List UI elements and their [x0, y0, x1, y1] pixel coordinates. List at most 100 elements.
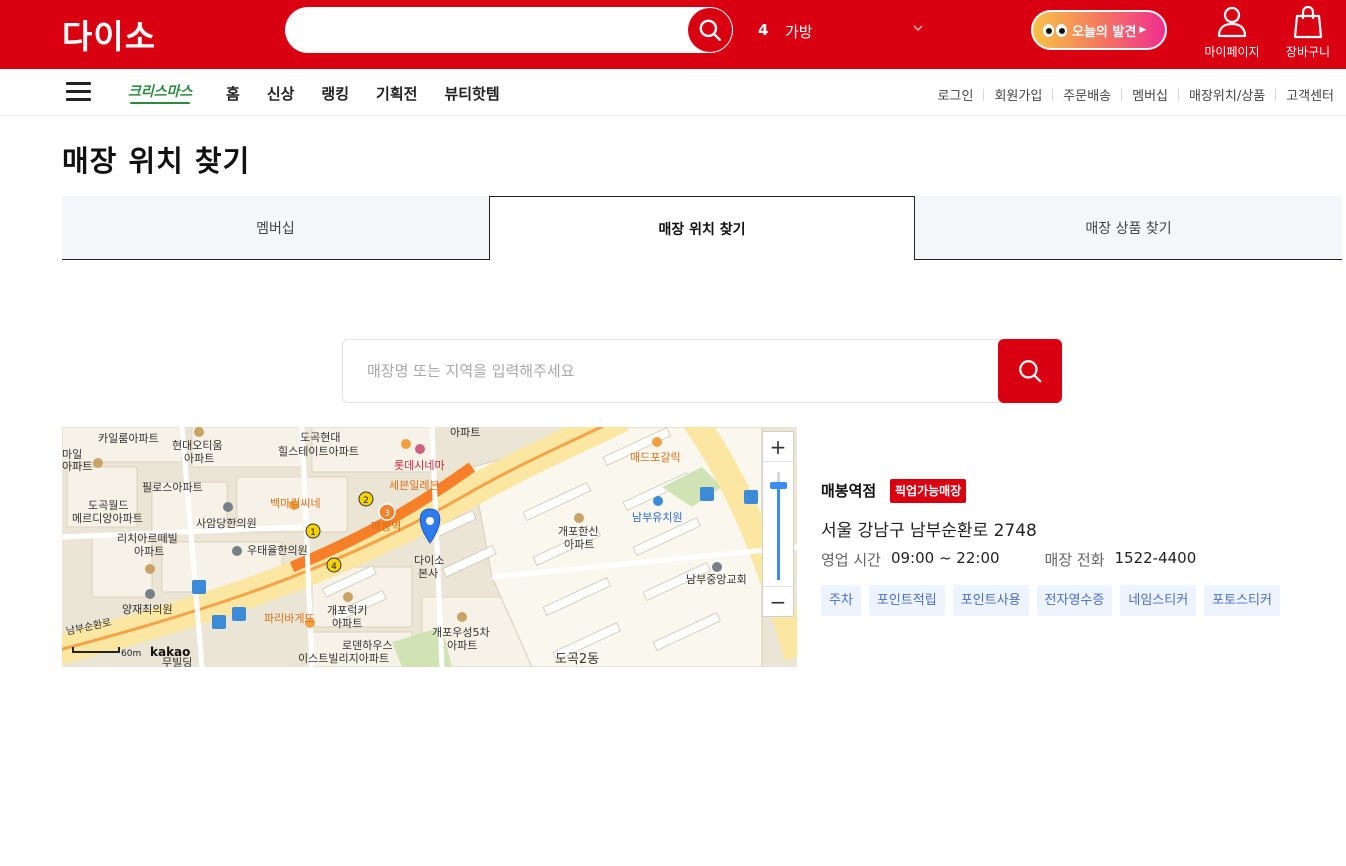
- service-tag: 포인트적립: [868, 585, 945, 616]
- store-search-box: [342, 339, 1062, 403]
- nav-item-exhibition[interactable]: 기획전: [376, 83, 417, 104]
- service-tag: 포토스티커: [1204, 585, 1280, 616]
- divider: [983, 88, 985, 101]
- map-scale-label: 60m: [121, 649, 142, 659]
- play-arrow-icon: ▶: [1139, 25, 1147, 35]
- hours-label: 영업 시간: [821, 551, 881, 569]
- login-link[interactable]: 로그인: [938, 85, 974, 104]
- tab-bar: 멤버십 매장 위치 찾기 매장 상품 찾기: [62, 196, 1342, 260]
- cart-label: 장바구니: [1285, 45, 1331, 59]
- phone-label: 매장 전화: [1044, 551, 1105, 569]
- tab-membership[interactable]: 멤버십: [62, 196, 489, 260]
- store-map[interactable]: 2 1 4 3 카일룸아파트 현대오티움 아파트 도곡현대 힐스테이트아파트 아…: [62, 427, 797, 667]
- map-label: 이스트빌리지아파트: [298, 652, 390, 665]
- map-label: 우태율한의원: [247, 544, 308, 557]
- map-scale-bar: [72, 647, 120, 653]
- nav-item-beauty[interactable]: 뷰티핫템: [444, 83, 499, 104]
- map-label: 매봉역: [371, 520, 402, 533]
- map-label: 백마김씨네: [270, 497, 321, 510]
- discover-label: 오늘의 발견: [1072, 24, 1137, 40]
- map-label: 남부중앙교회: [686, 573, 747, 586]
- zoom-slider-handle[interactable]: [770, 481, 787, 489]
- nav-item-ranking[interactable]: 랭킹: [321, 83, 349, 104]
- map-label: 본사: [418, 567, 439, 580]
- map-label: 필로스아파트: [142, 481, 203, 494]
- nav-item-home[interactable]: 홈: [226, 83, 240, 104]
- map-label: 아파트: [184, 452, 215, 465]
- store-location-link[interactable]: 매장위치/상품: [1189, 85, 1265, 104]
- map-label: 세븐일레븐: [389, 479, 440, 492]
- util-nav: 로그인 회원가입 주문배송 멤버십 매장위치/상품 고객센터: [938, 85, 1334, 104]
- ranking-keyword[interactable]: 가방: [785, 21, 813, 42]
- tab-store-location[interactable]: 매장 위치 찾기: [489, 196, 915, 260]
- signup-link[interactable]: 회원가입: [994, 85, 1042, 104]
- map-label: 힐스테이트아파트: [278, 445, 359, 458]
- svg-text:4: 4: [331, 562, 337, 572]
- header-search-input[interactable]: [285, 7, 733, 53]
- zoom-in-button[interactable]: +: [763, 432, 793, 462]
- chevron-down-icon[interactable]: [912, 22, 924, 34]
- map-label: 메르디앙아파트: [72, 512, 143, 525]
- map-label: 도곡현대: [300, 431, 341, 444]
- map-label: 아파트: [450, 427, 481, 439]
- map-zoom-control: + −: [762, 431, 794, 617]
- map-label: 개포한신: [558, 525, 599, 538]
- service-tag: 전자영수증: [1036, 585, 1113, 616]
- map-label: 아파트: [447, 639, 478, 652]
- svg-text:2: 2: [363, 496, 369, 506]
- map-label: 개포럭키: [327, 604, 368, 617]
- store-search-input[interactable]: [343, 340, 999, 402]
- map-label: 아파트: [332, 617, 363, 630]
- map-label: 리치아르떼빌: [117, 532, 178, 545]
- shopping-bag-icon: [1293, 5, 1323, 39]
- mypage-button[interactable]: 마이페이지: [1201, 5, 1263, 60]
- header-search-button[interactable]: [688, 8, 732, 52]
- map-label: 도곡월드: [88, 499, 129, 512]
- divider: [1178, 88, 1180, 101]
- store-name[interactable]: 매봉역점: [821, 480, 876, 501]
- membership-link[interactable]: 멤버십: [1132, 85, 1168, 104]
- page-title: 매장 위치 찾기: [62, 144, 251, 178]
- nav-item-new[interactable]: 신상: [267, 83, 295, 104]
- map-label: 현대오티움: [172, 439, 223, 452]
- christmas-event-logo[interactable]: 크리스마스: [128, 81, 192, 104]
- phone-value: 1522-4400: [1114, 549, 1197, 567]
- pickup-badge: 픽업가능매장: [890, 479, 967, 503]
- zoom-slider-fill: [777, 484, 780, 580]
- map-label: 로덴하우스: [342, 639, 393, 652]
- divider: [1121, 88, 1123, 101]
- store-service-tags: 주차 포인트적립 포인트사용 전자영수증 네임스티커 포토스티커: [821, 585, 1288, 616]
- customer-center-link[interactable]: 고객센터: [1286, 85, 1334, 104]
- service-tag: 네임스티커: [1120, 585, 1197, 616]
- zoom-out-button[interactable]: −: [763, 586, 793, 616]
- map-label: 아파트: [62, 460, 93, 473]
- map-label: 매드포갈릭: [630, 451, 681, 464]
- menu-icon[interactable]: [66, 82, 91, 102]
- svg-text:1: 1: [310, 528, 316, 538]
- map-label: 카일룸아파트: [98, 432, 159, 445]
- map-label: 개포우성5차: [432, 626, 490, 639]
- daiso-logo[interactable]: 다이소: [62, 10, 156, 58]
- mypage-label: 마이페이지: [1204, 45, 1260, 59]
- store-search-button[interactable]: [998, 339, 1062, 403]
- map-label: 사암당한의원: [196, 517, 257, 530]
- search-icon: [1019, 360, 1042, 383]
- service-tag: 주차: [821, 585, 861, 616]
- map-label: 도곡2동: [555, 652, 600, 667]
- discover-button[interactable]: 오늘의 발견 ▶: [1031, 10, 1167, 50]
- user-icon: [1217, 6, 1247, 38]
- svg-text:3: 3: [384, 509, 390, 519]
- eyes-icon: [1043, 23, 1067, 37]
- ranking-number: 4: [758, 21, 769, 39]
- map-label: 남부유치원: [632, 511, 683, 524]
- tab-store-products[interactable]: 매장 상품 찾기: [915, 196, 1342, 260]
- store-meta: 영업 시간 09:00 ~ 22:00 매장 전화 1522-4400: [821, 549, 1241, 570]
- main-nav: 홈 신상 랭킹 기획전 뷰티핫템: [226, 83, 527, 104]
- map-label: 아파트: [134, 545, 165, 558]
- cart-button[interactable]: 장바구니: [1280, 5, 1336, 60]
- hours-value: 09:00 ~ 22:00: [890, 549, 1000, 567]
- service-tag: 포인트사용: [952, 585, 1029, 616]
- order-delivery-link[interactable]: 주문배송: [1063, 85, 1111, 104]
- map-label: 아파트: [564, 538, 595, 551]
- map-label: 양재최의원: [122, 603, 173, 616]
